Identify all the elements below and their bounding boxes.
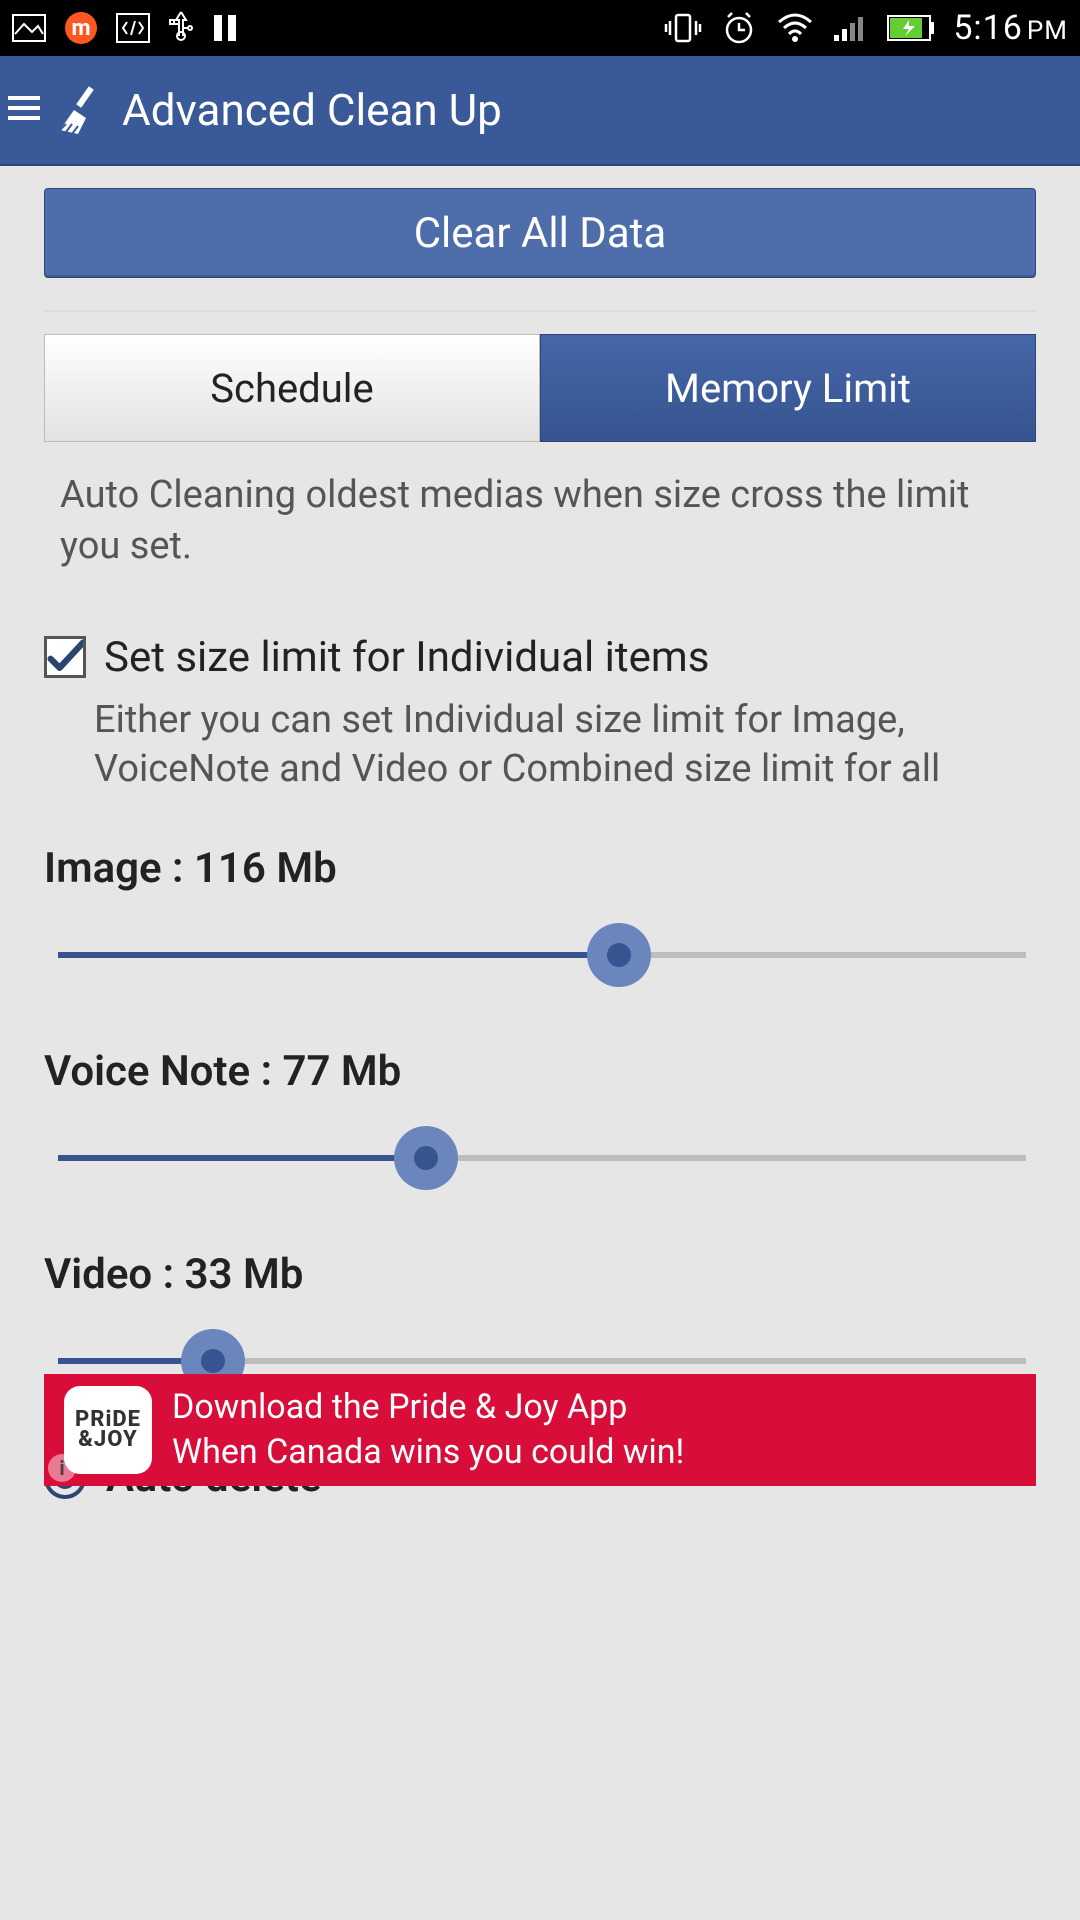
vibrate-icon [663, 11, 703, 45]
individual-limit-description: Either you can set Individual size limit… [94, 696, 1036, 795]
tab-memory-limit-label: Memory Limit [665, 365, 911, 412]
app-bar: Advanced Clean Up [0, 56, 1080, 166]
ad-text-line1: Download the Pride & Joy App [172, 1387, 684, 1428]
m-app-icon: m [64, 11, 98, 45]
status-time-suffix: PM [1027, 16, 1068, 46]
content-area: Clear All Data Schedule Memory Limit Aut… [0, 166, 1080, 1502]
tab-schedule-label: Schedule [210, 365, 373, 412]
voicenote-limit-block: Voice Note : 77 Mb [44, 1047, 1036, 1190]
menu-icon[interactable] [8, 94, 40, 126]
code-icon [116, 13, 150, 43]
ad-logo-line2: &JOY [78, 1430, 137, 1450]
clear-all-data-label: Clear All Data [414, 209, 667, 258]
status-time: 5:16PM [953, 8, 1068, 48]
ad-text-line2: When Canada wins you could win! [172, 1432, 684, 1473]
broom-icon [48, 80, 104, 140]
slider-thumb[interactable] [394, 1126, 458, 1190]
video-limit-label: Video : 33 Mb [44, 1250, 1036, 1299]
signal-icon [833, 13, 869, 43]
slider-fill [58, 1155, 426, 1161]
clear-all-data-button[interactable]: Clear All Data [44, 188, 1036, 278]
checkmark-icon [47, 637, 83, 677]
voicenote-limit-slider[interactable] [58, 1126, 1026, 1190]
ad-info-icon[interactable]: i [48, 1454, 76, 1482]
gallery-icon [12, 14, 46, 42]
voicenote-limit-label: Voice Note : 77 Mb [44, 1047, 1036, 1096]
wifi-icon [775, 12, 815, 44]
individual-limit-checkbox[interactable] [44, 636, 86, 678]
usb-icon [168, 10, 194, 46]
divider [44, 310, 1036, 312]
tab-bar: Schedule Memory Limit [44, 334, 1036, 442]
image-limit-slider[interactable] [58, 923, 1026, 987]
ad-banner[interactable]: i PRiDE &JOY Download the Pride & Joy Ap… [44, 1374, 1036, 1486]
memory-limit-description: Auto Cleaning oldest medias when size cr… [60, 470, 1020, 573]
status-time-value: 5:16 [953, 8, 1023, 48]
app-title: Advanced Clean Up [122, 84, 502, 136]
individual-limit-label: Set size limit for Individual items [104, 633, 709, 682]
ad-logo: PRiDE &JOY [64, 1386, 152, 1474]
ad-text: Download the Pride & Joy App When Canada… [172, 1387, 684, 1473]
image-limit-block: Image : 116 Mb [44, 844, 1036, 987]
battery-charging-icon [887, 15, 935, 41]
slider-fill [58, 952, 619, 958]
individual-limit-row[interactable]: Set size limit for Individual items [44, 633, 1036, 682]
slider-thumb[interactable] [587, 923, 651, 987]
tab-schedule[interactable]: Schedule [44, 334, 540, 442]
status-right-icons: 5:16PM [663, 8, 1068, 48]
svg-text:m: m [71, 16, 90, 41]
status-left-icons: m [12, 10, 663, 46]
android-status-bar: m 5:16PM [0, 0, 1080, 56]
video-limit-block: Video : 33 Mb [44, 1250, 1036, 1393]
tab-memory-limit[interactable]: Memory Limit [540, 334, 1036, 442]
image-limit-label: Image : 116 Mb [44, 844, 1036, 893]
alarm-icon [721, 10, 757, 46]
pause-icon [212, 13, 238, 43]
